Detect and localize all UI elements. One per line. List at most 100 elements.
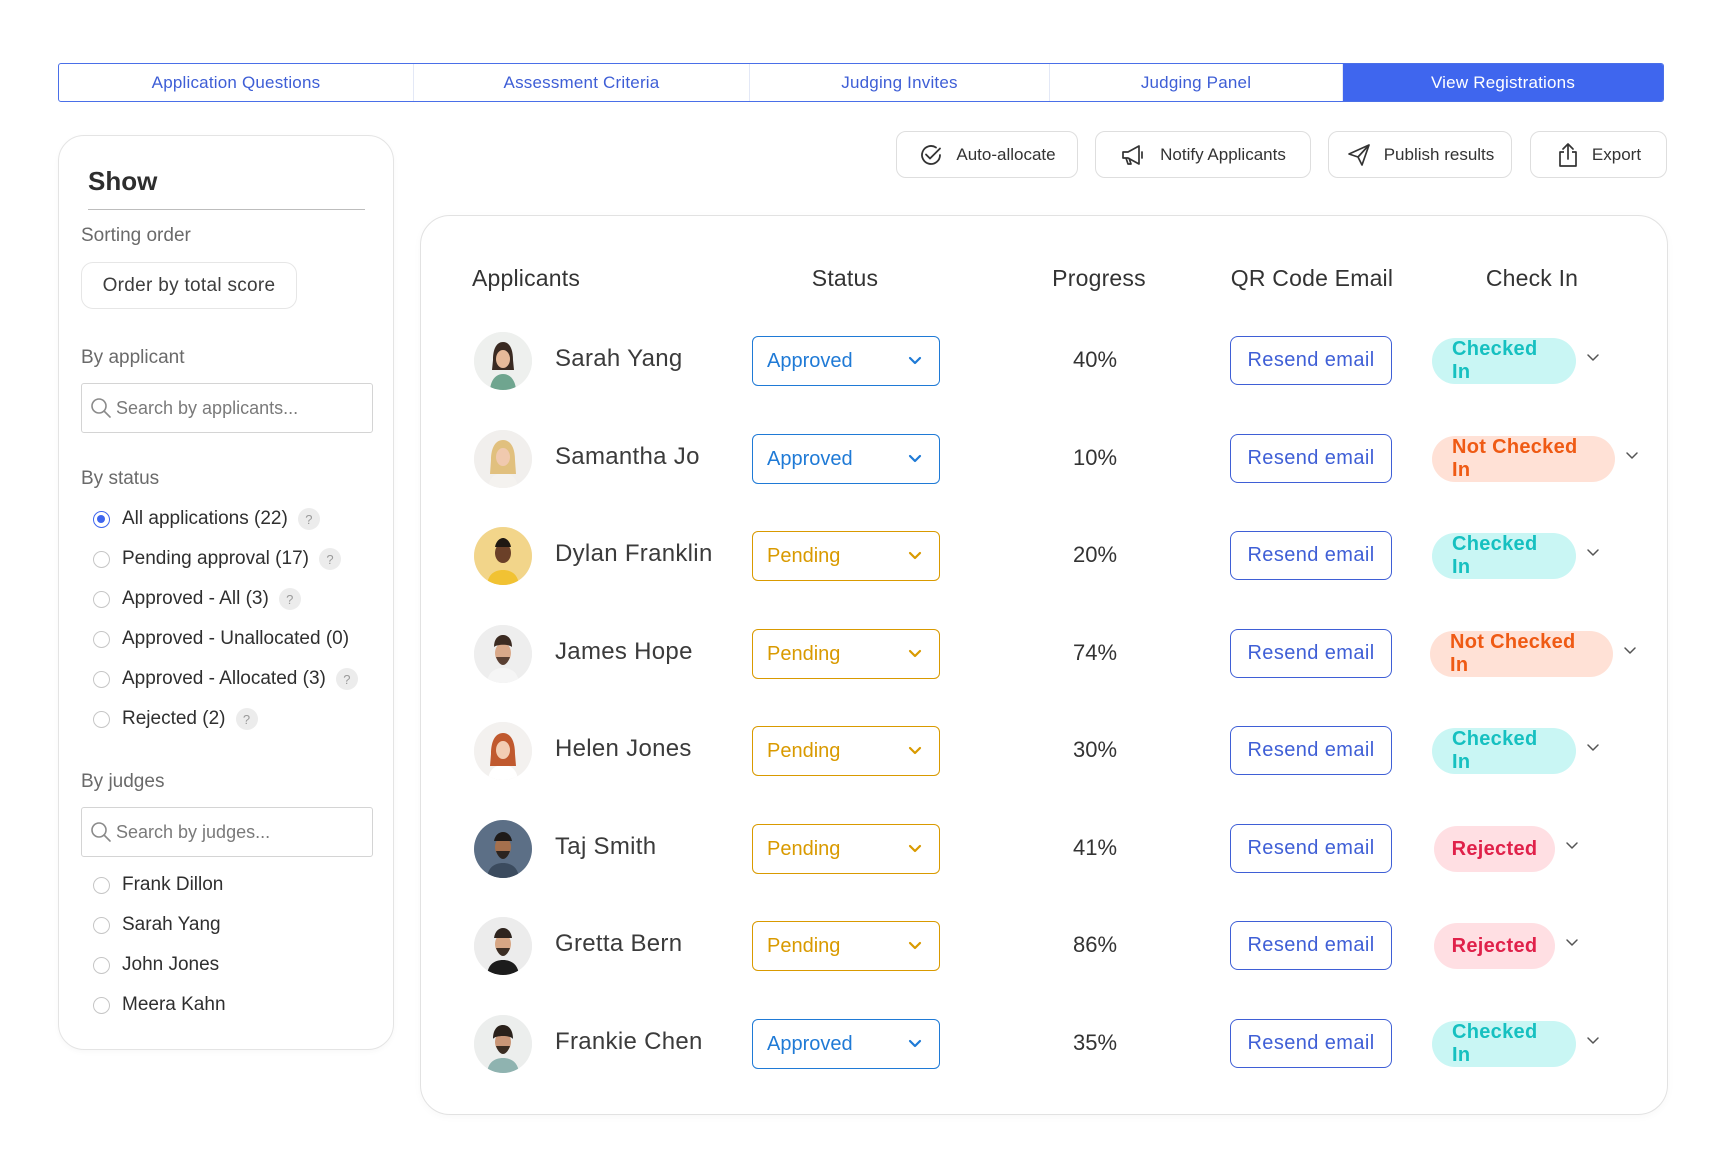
- resend-email-button[interactable]: Resend email: [1230, 629, 1392, 678]
- chevron-down-icon[interactable]: [1623, 645, 1637, 657]
- column-header-progress[interactable]: Progress: [1052, 265, 1146, 292]
- status-dropdown[interactable]: Pending: [752, 726, 940, 776]
- chevron-down-icon: [908, 356, 922, 365]
- status-filter-approved-all[interactable]: Approved - All (3) ?: [93, 588, 301, 610]
- tab-assessment-criteria[interactable]: Assessment Criteria: [414, 64, 750, 101]
- avatar: [474, 722, 532, 780]
- tab-judging-panel[interactable]: Judging Panel: [1050, 64, 1343, 101]
- chevron-down-icon: [908, 1039, 922, 1048]
- check-in-badge[interactable]: Rejected: [1434, 923, 1555, 969]
- megaphone-icon: [1122, 144, 1144, 165]
- notify-applicants-button[interactable]: Notify Applicants: [1095, 131, 1311, 178]
- radio-button[interactable]: [93, 590, 110, 608]
- avatar: [474, 1015, 532, 1073]
- applicant-name: Sarah Yang: [555, 345, 683, 372]
- resend-email-button[interactable]: Resend email: [1230, 336, 1392, 385]
- tab-view-registrations[interactable]: View Registrations: [1343, 64, 1663, 101]
- progress-value: 41%: [1072, 835, 1118, 860]
- avatar: [474, 917, 532, 975]
- progress-value: 86%: [1072, 932, 1118, 957]
- auto-allocate-label: Auto-allocate: [956, 144, 1056, 164]
- progress-value: 40%: [1072, 347, 1118, 372]
- check-in-badge[interactable]: Rejected: [1434, 826, 1555, 872]
- notify-applicants-label: Notify Applicants: [1160, 144, 1286, 164]
- table-row: Sarah Yang Approved 40% Resend email Che…: [0, 325, 1721, 395]
- applicant-name: Helen Jones: [555, 735, 692, 762]
- share-export-icon: [1559, 142, 1577, 167]
- applicant-name: James Hope: [555, 638, 693, 665]
- chevron-down-icon[interactable]: [1565, 840, 1579, 852]
- resend-email-button[interactable]: Resend email: [1230, 824, 1392, 873]
- status-value: Approved: [767, 447, 853, 470]
- sidebar-title: Show: [88, 166, 158, 196]
- progress-value: 10%: [1072, 445, 1118, 470]
- status-dropdown[interactable]: Pending: [752, 531, 940, 581]
- column-header-check-in[interactable]: Check In: [1486, 265, 1578, 292]
- table-row: Frankie Chen Approved 35% Resend email C…: [0, 1008, 1721, 1078]
- chevron-down-icon[interactable]: [1565, 937, 1579, 949]
- resend-email-button[interactable]: Resend email: [1230, 531, 1392, 580]
- status-filter-label: Approved - All (3): [122, 588, 269, 609]
- publish-results-button[interactable]: Publish results: [1328, 131, 1512, 178]
- tab-judging-invites[interactable]: Judging Invites: [750, 64, 1050, 101]
- column-header-applicants[interactable]: Applicants: [472, 265, 580, 292]
- table-row: Dylan Franklin Pending 20% Resend email …: [0, 520, 1721, 590]
- export-button[interactable]: Export: [1530, 131, 1667, 178]
- chevron-down-icon: [908, 454, 922, 463]
- avatar: [474, 625, 532, 683]
- status-value: Pending: [767, 642, 841, 665]
- progress-value: 35%: [1072, 1030, 1118, 1055]
- auto-allocate-button[interactable]: Auto-allocate: [896, 131, 1078, 178]
- avatar: [474, 527, 532, 585]
- status-dropdown[interactable]: Pending: [752, 629, 940, 679]
- help-icon[interactable]: ?: [278, 588, 301, 610]
- status-dropdown[interactable]: Pending: [752, 921, 940, 971]
- progress-value: 74%: [1072, 640, 1118, 665]
- tab-application-questions[interactable]: Application Questions: [59, 64, 414, 101]
- applicant-name: Gretta Bern: [555, 930, 683, 957]
- chevron-down-icon[interactable]: [1625, 450, 1639, 462]
- chevron-down-icon: [908, 551, 922, 560]
- check-in-badge[interactable]: Checked In: [1432, 338, 1576, 384]
- progress-value: 20%: [1072, 542, 1118, 567]
- status-value: Approved: [767, 349, 853, 372]
- chevron-down-icon[interactable]: [1586, 742, 1600, 754]
- sort-order-button[interactable]: Order by total score: [81, 262, 297, 309]
- chevron-down-icon[interactable]: [1586, 547, 1600, 559]
- resend-email-button[interactable]: Resend email: [1230, 1019, 1392, 1068]
- check-in-badge[interactable]: Checked In: [1432, 533, 1576, 579]
- chevron-down-icon[interactable]: [1586, 1035, 1600, 1047]
- status-dropdown[interactable]: Approved: [752, 434, 940, 484]
- column-header-qr-email[interactable]: QR Code Email: [1231, 265, 1393, 292]
- check-in-badge[interactable]: Not Checked In: [1432, 436, 1615, 482]
- check-in-badge[interactable]: Not Checked In: [1430, 631, 1613, 677]
- avatar: [474, 820, 532, 878]
- sorting-order-label: Sorting order: [81, 225, 191, 246]
- avatar: [474, 332, 532, 390]
- status-dropdown[interactable]: Approved: [752, 336, 940, 386]
- table-row: Helen Jones Pending 30% Resend email Che…: [0, 715, 1721, 785]
- publish-results-label: Publish results: [1383, 144, 1495, 164]
- export-label: Export: [1591, 144, 1642, 164]
- applicant-search-input[interactable]: [116, 397, 366, 419]
- status-dropdown[interactable]: Approved: [752, 1019, 940, 1069]
- chevron-down-icon[interactable]: [1586, 352, 1600, 364]
- table-row: Gretta Bern Pending 86% Resend email Rej…: [0, 910, 1721, 980]
- check-in-badge[interactable]: Checked In: [1432, 728, 1576, 774]
- status-value: Pending: [767, 837, 841, 860]
- status-value: Pending: [767, 544, 841, 567]
- column-header-status[interactable]: Status: [812, 265, 878, 292]
- table-row: James Hope Pending 74% Resend email Not …: [0, 618, 1721, 688]
- resend-email-button[interactable]: Resend email: [1230, 434, 1392, 483]
- progress-value: 30%: [1072, 737, 1118, 762]
- send-icon: [1347, 143, 1370, 166]
- resend-email-button[interactable]: Resend email: [1230, 921, 1392, 970]
- status-dropdown[interactable]: Pending: [752, 824, 940, 874]
- chevron-down-icon: [908, 746, 922, 755]
- check-in-badge[interactable]: Checked In: [1432, 1021, 1576, 1067]
- resend-email-button[interactable]: Resend email: [1230, 726, 1392, 775]
- tab-bar: Application Questions Assessment Criteri…: [58, 63, 1664, 102]
- chevron-down-icon: [908, 941, 922, 950]
- search-icon: [91, 398, 111, 418]
- status-value: Approved: [767, 1032, 853, 1055]
